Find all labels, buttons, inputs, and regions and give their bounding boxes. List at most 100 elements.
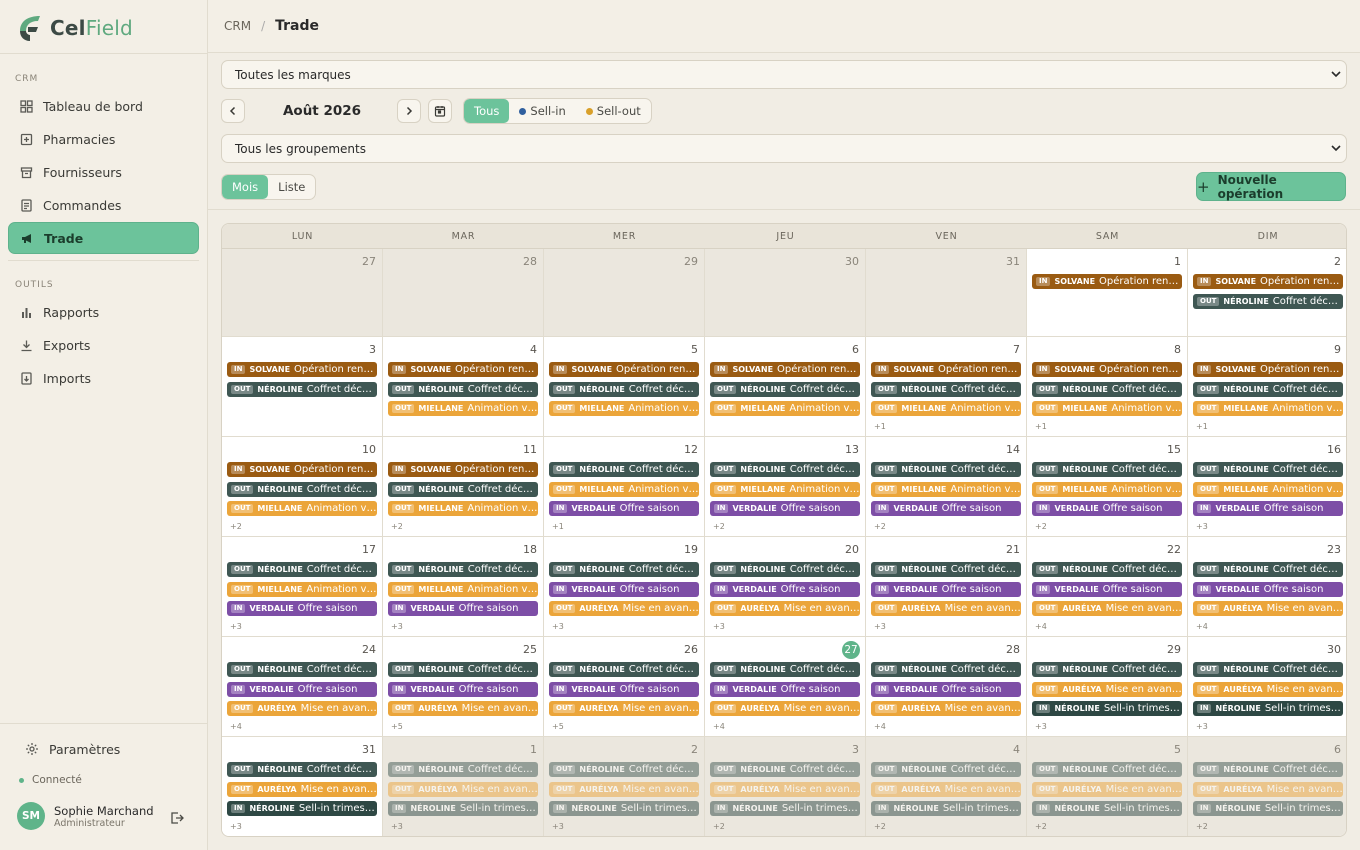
more-events-link[interactable]: +2 [874, 522, 886, 531]
day-cell[interactable]: 26 OUT NÉROLINE Coffret déco… IN VERDALIE Offr… [544, 637, 705, 737]
event-chip[interactable]: OUT AURÉLYA Mise en avant… [1193, 601, 1343, 616]
more-events-link[interactable]: +5 [552, 722, 564, 731]
event-chip[interactable]: OUT MIELLANE Animation vit… [549, 401, 699, 416]
day-cell[interactable]: 10 IN SOLVANE Opération rentr… OUT NÉROLINE Co… [222, 437, 383, 537]
event-chip[interactable]: OUT AURÉLYA Mise en avant… [710, 781, 860, 797]
event-chip[interactable]: OUT AURÉLYA Mise en avant… [1032, 681, 1182, 697]
more-events-link[interactable]: +4 [1196, 622, 1208, 631]
day-cell[interactable]: 25 OUT NÉROLINE Coffret déco… IN VERDALIE Offr… [383, 637, 544, 737]
day-cell[interactable]: 5 IN SOLVANE Opération rentr… OUT NÉROLINE Cof… [544, 337, 705, 437]
new-operation-button[interactable]: + Nouvelle opération [1196, 172, 1346, 201]
breadcrumb-root[interactable]: CRM [224, 19, 251, 33]
event-chip[interactable]: OUT MIELLANE Animation vit… [549, 481, 699, 497]
event-chip[interactable]: OUT AURÉLYA Mise en avant… [871, 781, 1021, 797]
event-chip[interactable]: OUT NÉROLINE Coffret déco… [388, 662, 538, 677]
event-chip[interactable]: IN SOLVANE Opération rentr… [549, 362, 699, 377]
more-events-link[interactable]: +3 [230, 622, 242, 631]
event-chip[interactable]: OUT AURÉLYA Mise en avant… [710, 601, 860, 616]
more-events-link[interactable]: +3 [391, 622, 403, 631]
event-chip[interactable]: IN VERDALIE Offre saison [549, 681, 699, 697]
more-events-link[interactable]: +2 [713, 522, 725, 531]
sidebar-item-dashboard[interactable]: Tableau de bord [8, 90, 199, 122]
more-events-link[interactable]: +3 [391, 822, 403, 831]
more-events-link[interactable]: +2 [874, 822, 886, 831]
sidebar-item-parametres[interactable]: Paramètres [14, 733, 205, 765]
event-chip[interactable]: OUT AURÉLYA Mise en avant… [710, 701, 860, 716]
day-cell[interactable]: 1 IN SOLVANE Opération rentr… [1027, 249, 1188, 337]
day-cell[interactable]: 5 OUT NÉROLINE Coffret déco… OUT AURÉLYA Mise … [1027, 737, 1188, 836]
event-chip[interactable]: IN SOLVANE Opération rentr… [227, 462, 377, 477]
event-chip[interactable]: OUT NÉROLINE Coffret déco… [710, 462, 860, 477]
event-chip[interactable]: OUT AURÉLYA Mise en avant… [227, 701, 377, 716]
event-chip[interactable]: IN SOLVANE Opération rentr… [227, 362, 377, 377]
group-select[interactable]: Tous les groupements [221, 134, 1347, 163]
more-events-link[interactable]: +1 [1196, 422, 1208, 431]
view-month-tab[interactable]: Mois [222, 175, 269, 199]
sidebar-item-commandes[interactable]: Commandes [8, 189, 199, 221]
event-chip[interactable]: OUT NÉROLINE Coffret déco… [871, 762, 1021, 777]
more-events-link[interactable]: +3 [1196, 722, 1208, 731]
event-chip[interactable]: OUT AURÉLYA Mise en avant… [549, 701, 699, 716]
brand-select[interactable]: Toutes les marques [221, 60, 1347, 89]
event-chip[interactable]: OUT AURÉLYA Mise en avant… [549, 601, 699, 616]
flow-sell-in-tab[interactable]: Sell-in [509, 99, 575, 123]
event-chip[interactable]: OUT MIELLANE Animation vit… [710, 401, 860, 416]
more-events-link[interactable]: +2 [1196, 822, 1208, 831]
sidebar-item-exports[interactable]: Exports [8, 329, 199, 361]
event-chip[interactable]: OUT AURÉLYA Mise en avant… [388, 701, 538, 716]
day-cell[interactable]: 11 IN SOLVANE Opération rentr… OUT NÉROLINE Co… [383, 437, 544, 537]
sidebar-item-imports[interactable]: Imports [8, 362, 199, 394]
event-chip[interactable]: OUT NÉROLINE Coffret déco… [549, 662, 699, 677]
flow-sell-out-tab[interactable]: Sell-out [576, 99, 651, 123]
day-cell[interactable]: 8 IN SOLVANE Opération rentr… OUT NÉROLINE Cof… [1027, 337, 1188, 437]
event-chip[interactable]: IN SOLVANE Opération rentr… [1193, 274, 1343, 289]
event-chip[interactable]: IN VERDALIE Offre saison [1193, 501, 1343, 516]
event-chip[interactable]: OUT AURÉLYA Mise en avant… [388, 781, 538, 797]
event-chip[interactable]: OUT AURÉLYA Mise en avant… [1032, 601, 1182, 616]
event-chip[interactable]: IN SOLVANE Opération rentr… [1193, 362, 1343, 377]
event-chip[interactable]: IN VERDALIE Offre saison [871, 581, 1021, 597]
event-chip[interactable]: OUT NÉROLINE Coffret déco… [1193, 293, 1343, 309]
day-cell[interactable]: 21 OUT NÉROLINE Coffret déco… IN VERDALIE Offr… [866, 537, 1027, 637]
event-chip[interactable]: OUT NÉROLINE Coffret déco… [388, 381, 538, 397]
day-cell[interactable]: 14 OUT NÉROLINE Coffret déco… OUT MIELLANE Ani… [866, 437, 1027, 537]
event-chip[interactable]: IN VERDALIE Offre saison [1193, 581, 1343, 597]
event-chip[interactable]: OUT MIELLANE Animation vit… [388, 581, 538, 597]
event-chip[interactable]: OUT NÉROLINE Coffret déco… [549, 562, 699, 577]
event-chip[interactable]: IN SOLVANE Opération rentr… [1032, 274, 1182, 289]
more-events-link[interactable]: +3 [1196, 522, 1208, 531]
event-chip[interactable]: OUT NÉROLINE Coffret déco… [227, 562, 377, 577]
event-chip[interactable]: IN VERDALIE Offre saison [388, 601, 538, 616]
event-chip[interactable]: IN SOLVANE Opération rentr… [388, 462, 538, 477]
event-chip[interactable]: IN VERDALIE Offre saison [710, 501, 860, 516]
day-cell[interactable]: 28 OUT NÉROLINE Coffret déco… IN VERDALIE Offr… [866, 637, 1027, 737]
event-chip[interactable]: OUT MIELLANE Animation vit… [227, 581, 377, 597]
event-chip[interactable]: OUT NÉROLINE Coffret déco… [1193, 662, 1343, 677]
event-chip[interactable]: OUT NÉROLINE Coffret déco… [1193, 562, 1343, 577]
more-events-link[interactable]: +3 [874, 622, 886, 631]
more-events-link[interactable]: +5 [391, 722, 403, 731]
event-chip[interactable]: IN NÉROLINE Sell-in trimestre [227, 801, 377, 816]
more-events-link[interactable]: +3 [713, 622, 725, 631]
event-chip[interactable]: OUT MIELLANE Animation vit… [871, 481, 1021, 497]
prev-month-button[interactable] [221, 99, 245, 123]
more-events-link[interactable]: +2 [391, 522, 403, 531]
event-chip[interactable]: IN VERDALIE Offre saison [710, 581, 860, 597]
event-chip[interactable]: OUT MIELLANE Animation vit… [1032, 401, 1182, 416]
more-events-link[interactable]: +3 [552, 622, 564, 631]
event-chip[interactable]: OUT NÉROLINE Coffret déco… [710, 662, 860, 677]
event-chip[interactable]: OUT AURÉLYA Mise en avant… [1193, 681, 1343, 697]
day-cell[interactable]: 6 OUT NÉROLINE Coffret déco… OUT AURÉLYA Mise … [1188, 737, 1346, 836]
day-cell[interactable]: 19 OUT NÉROLINE Coffret déco… IN VERDALIE Offr… [544, 537, 705, 637]
event-chip[interactable]: IN VERDALIE Offre saison [1032, 581, 1182, 597]
day-cell[interactable]: 4 IN SOLVANE Opération rentr… OUT NÉROLINE Cof… [383, 337, 544, 437]
flow-all-tab[interactable]: Tous [464, 99, 510, 123]
day-cell[interactable]: 12 OUT NÉROLINE Coffret déco… OUT MIELLANE Ani… [544, 437, 705, 537]
more-events-link[interactable]: +4 [874, 722, 886, 731]
event-chip[interactable]: IN NÉROLINE Sell-in trimestre [388, 801, 538, 816]
day-cell[interactable]: 13 OUT NÉROLINE Coffret déco… OUT MIELLANE Ani… [705, 437, 866, 537]
event-chip[interactable]: OUT AURÉLYA Mise en avant… [227, 781, 377, 797]
day-cell[interactable]: 1 OUT NÉROLINE Coffret déco… OUT AURÉLYA Mise … [383, 737, 544, 836]
event-chip[interactable]: IN NÉROLINE Sell-in trimestre [871, 801, 1021, 816]
event-chip[interactable]: OUT AURÉLYA Mise en avant… [871, 601, 1021, 616]
